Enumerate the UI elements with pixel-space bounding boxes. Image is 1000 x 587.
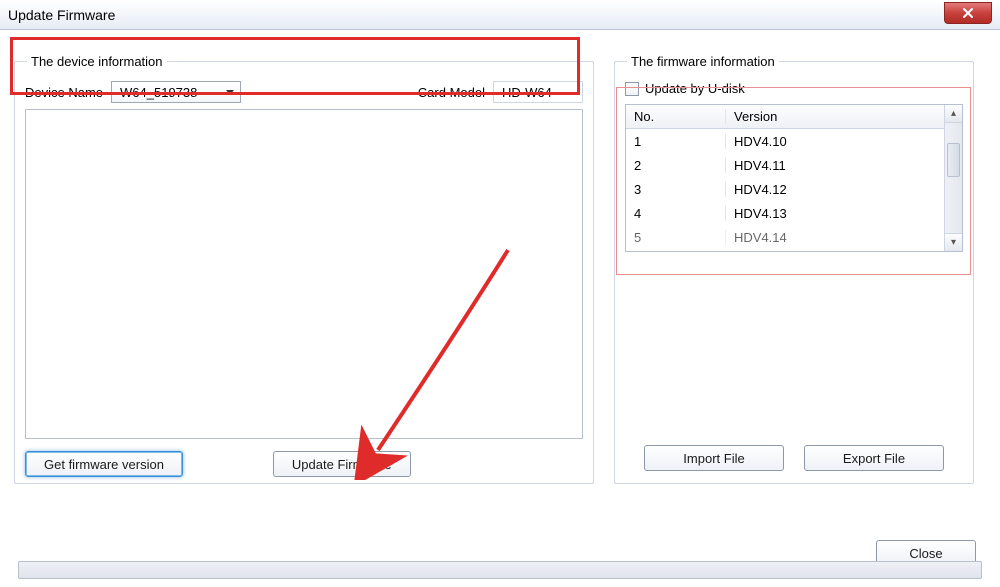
cell-no: 5 [626,230,726,245]
content-area: The device information Device Name W64_5… [0,30,1000,587]
window-title: Update Firmware [8,7,115,23]
device-info-group: The device information Device Name W64_5… [14,54,594,484]
table-row[interactable]: 2 HDV4.11 [626,153,944,177]
table-scrollbar[interactable]: ▴ ▾ [944,105,962,251]
cell-no: 4 [626,206,726,221]
cell-no: 3 [626,182,726,197]
scroll-track[interactable] [945,123,962,233]
col-header-version[interactable]: Version [726,109,944,124]
update-by-udisk-label: Update by U-disk [645,81,745,96]
table-row[interactable]: 3 HDV4.12 [626,177,944,201]
cell-version: HDV4.12 [726,182,944,197]
table-row[interactable]: 4 HDV4.13 [626,201,944,225]
firmware-info-group: The firmware information Update by U-dis… [614,54,974,484]
update-by-udisk-checkbox[interactable] [625,82,639,96]
col-header-no[interactable]: No. [626,109,726,124]
export-file-button[interactable]: Export File [804,445,944,471]
firmware-info-legend: The firmware information [627,54,779,69]
progress-bar [18,561,982,579]
device-log-area [25,109,583,439]
cell-version: HDV4.11 [726,158,944,173]
device-name-label: Device Name [25,85,103,100]
cell-version: HDV4.14 [726,230,944,245]
scroll-thumb[interactable] [947,143,960,177]
device-name-value: W64_519738 [120,85,197,100]
device-name-select[interactable]: W64_519738 [111,81,241,103]
cell-version: HDV4.10 [726,134,944,149]
update-firmware-button[interactable]: Update Firmware [273,451,411,477]
scroll-up-icon[interactable]: ▴ [945,105,962,123]
table-row[interactable]: 5 HDV4.14 [626,225,944,249]
window-close-button[interactable] [944,2,992,24]
device-info-legend: The device information [27,54,167,69]
card-model-value: HD-W64 [493,81,583,103]
scroll-down-icon[interactable]: ▾ [945,233,962,251]
cell-no: 1 [626,134,726,149]
cell-version: HDV4.13 [726,206,944,221]
firmware-table: No. Version 1 HDV4.10 2 HDV4.11 [625,104,963,252]
table-row[interactable]: 1 HDV4.10 [626,129,944,153]
cell-no: 2 [626,158,726,173]
table-header: No. Version [626,105,944,129]
import-file-button[interactable]: Import File [644,445,784,471]
titlebar: Update Firmware [0,0,1000,30]
close-icon [962,7,974,19]
card-model-label: Card Model [418,85,485,100]
get-firmware-version-button[interactable]: Get firmware version [25,451,183,477]
